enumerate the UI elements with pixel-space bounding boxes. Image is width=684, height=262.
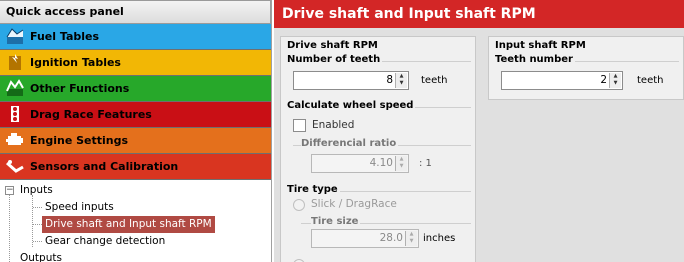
category-label: Fuel Tables xyxy=(30,30,100,43)
navigation-tree: − Inputs Speed inputs Drive shaft and In… xyxy=(0,180,271,262)
spin-down-icon[interactable]: ▼ xyxy=(396,80,407,87)
input-teeth-stepper-buttons[interactable]: ▲ ▼ xyxy=(609,73,621,88)
spin-up-icon[interactable]: ▲ xyxy=(610,73,621,80)
engine-icon xyxy=(6,131,24,149)
input-teeth-unit: teeth xyxy=(637,75,664,86)
tire-size-stepper-buttons[interactable]: ▲ ▼ xyxy=(405,231,417,246)
category-label: Sensors and Calibration xyxy=(30,160,179,173)
content-panel: Drive shaft and Input shaft RPM Drive sh… xyxy=(274,0,684,262)
drive-teeth-stepper[interactable]: 8 ▲ ▼ xyxy=(293,71,409,90)
slick-dragrace-label: Slick / DragRace xyxy=(311,198,397,210)
enabled-checkbox[interactable] xyxy=(293,119,306,132)
drive-teeth-unit: teeth xyxy=(421,75,448,86)
tree-item-inputs[interactable]: − Inputs xyxy=(0,182,271,199)
tree-item-label: Outputs xyxy=(20,252,62,262)
tree-item-label-selected: Drive shaft and Input shaft RPM xyxy=(42,216,215,233)
tree-item-label: Gear change detection xyxy=(45,235,166,247)
tire-size-label: Tire size xyxy=(311,216,361,227)
category-ignition-tables[interactable]: Ignition Tables xyxy=(0,50,271,76)
input-teeth-value: 2 xyxy=(600,74,607,86)
drive-shaft-title: Drive shaft RPM xyxy=(287,40,378,51)
category-label: Other Functions xyxy=(30,82,130,95)
category-sensors-and-calibration[interactable]: Sensors and Calibration xyxy=(0,154,271,180)
tire-size-unit: inches xyxy=(423,233,456,244)
tree-connector xyxy=(33,224,42,225)
calculate-wheel-speed-label: Calculate wheel speed xyxy=(287,100,416,111)
sensors-icon xyxy=(6,157,24,175)
spin-down-icon[interactable]: ▼ xyxy=(406,238,417,245)
input-shaft-panel: Input shaft RPM Teeth number 2 ▲ ▼ teeth xyxy=(488,36,684,100)
drive-shaft-panel: Drive shaft RPM Number of teeth 8 ▲ ▼ te… xyxy=(280,36,476,262)
page-title: Drive shaft and Input shaft RPM xyxy=(274,0,684,28)
tree-item-label: Inputs xyxy=(20,184,53,196)
other-functions-icon xyxy=(6,79,24,97)
differencial-ratio-stepper[interactable]: 4.10 ▲ ▼ xyxy=(311,154,409,173)
category-engine-settings[interactable]: Engine Settings xyxy=(0,128,271,154)
drive-teeth-value: 8 xyxy=(386,74,393,86)
category-label: Drag Race Features xyxy=(30,108,152,121)
spin-up-icon[interactable]: ▲ xyxy=(396,73,407,80)
category-fuel-tables[interactable]: Fuel Tables xyxy=(0,24,271,50)
differencial-ratio-label: Differencial ratio xyxy=(301,138,399,149)
quick-access-header: Quick access panel xyxy=(0,0,271,24)
ignition-table-icon xyxy=(6,53,24,71)
spin-down-icon[interactable]: ▼ xyxy=(396,163,407,170)
tire-size-stepper[interactable]: 28.0 ▲ ▼ xyxy=(311,229,419,248)
category-drag-race-features[interactable]: Drag Race Features xyxy=(0,102,271,128)
differencial-ratio-unit: : 1 xyxy=(419,158,432,169)
category-label: Engine Settings xyxy=(30,134,129,147)
tree-item-speed-inputs[interactable]: Speed inputs xyxy=(0,199,271,216)
drag-race-icon xyxy=(6,105,24,123)
spin-up-icon[interactable]: ▲ xyxy=(396,156,407,163)
input-shaft-title: Input shaft RPM xyxy=(495,40,586,51)
collapse-icon[interactable]: − xyxy=(5,186,14,195)
tree-item-label: Speed inputs xyxy=(45,201,114,213)
spin-down-icon[interactable]: ▼ xyxy=(610,80,621,87)
category-other-functions[interactable]: Other Functions xyxy=(0,76,271,102)
tree-item-outputs[interactable]: Outputs xyxy=(0,250,271,262)
category-label: Ignition Tables xyxy=(30,56,121,69)
tree-item-gear-change-detection[interactable]: Gear change detection xyxy=(0,233,271,250)
spin-up-icon[interactable]: ▲ xyxy=(406,231,417,238)
input-teeth-stepper[interactable]: 2 ▲ ▼ xyxy=(501,71,623,90)
enabled-label: Enabled xyxy=(312,119,355,131)
tree-item-drive-shaft-rpm[interactable]: Drive shaft and Input shaft RPM xyxy=(0,216,271,233)
slick-dragrace-radio[interactable] xyxy=(293,199,305,211)
drive-teeth-stepper-buttons[interactable]: ▲ ▼ xyxy=(395,73,407,88)
differencial-ratio-stepper-buttons[interactable]: ▲ ▼ xyxy=(395,156,407,171)
tire-type-label: Tire type xyxy=(287,184,340,195)
fuel-table-icon xyxy=(6,27,24,45)
tree-connector xyxy=(33,207,42,208)
teeth-number-label: Teeth number xyxy=(495,54,575,65)
tire-size-value: 28.0 xyxy=(379,232,403,244)
number-of-teeth-label: Number of teeth xyxy=(287,54,383,65)
differencial-ratio-value: 4.10 xyxy=(369,157,393,169)
quick-access-panel: Quick access panel Fuel Tables Ignition … xyxy=(0,0,272,262)
tree-connector xyxy=(33,241,42,242)
